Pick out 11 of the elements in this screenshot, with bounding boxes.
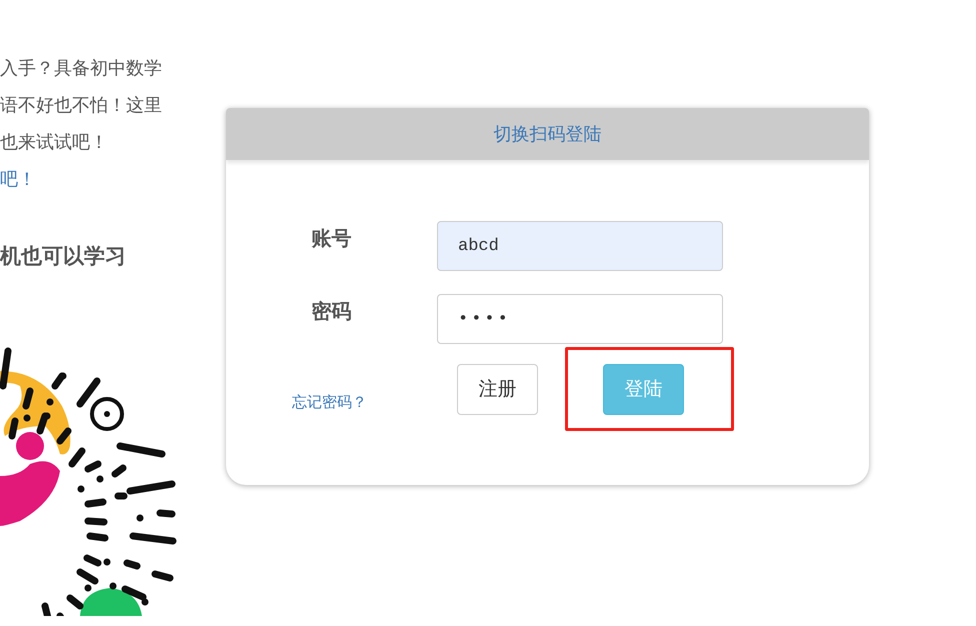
- intro-text: 也来试试吧！: [0, 131, 109, 155]
- field-label: 账号: [310, 224, 352, 252]
- account-field[interactable]: abcd: [437, 221, 723, 271]
- intro-text: 语不好也不怕！这里: [0, 94, 163, 118]
- register-button[interactable]: 注册: [457, 364, 538, 414]
- intro-text: 入手？具备初中数学: [0, 57, 163, 81]
- field-label: 密码: [310, 298, 352, 324]
- forgot-password-link[interactable]: 忘记密码？: [292, 366, 457, 412]
- card-header: 切换扫码登陆: [226, 108, 869, 160]
- intro-link[interactable]: 吧！: [0, 161, 190, 198]
- password-field[interactable]: ••••: [437, 294, 723, 344]
